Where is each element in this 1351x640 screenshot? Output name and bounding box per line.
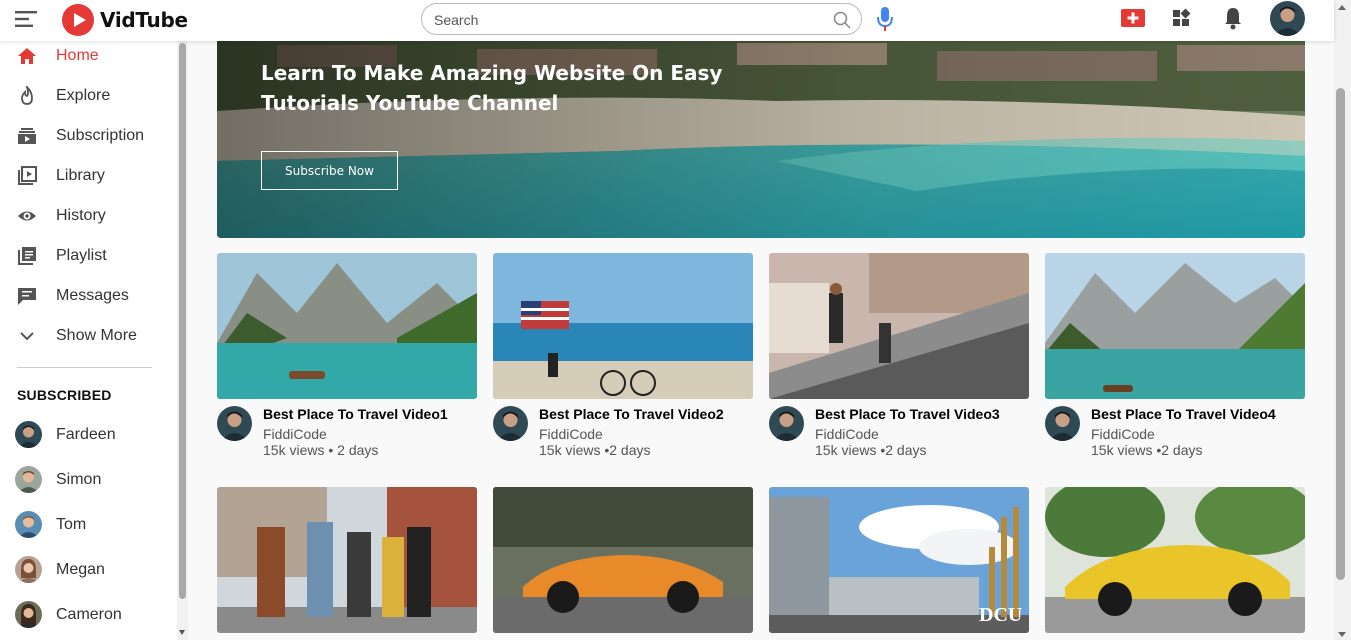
message-icon	[18, 288, 36, 305]
video-channel[interactable]: FiddiCode	[263, 426, 327, 442]
sidebar-item-messages[interactable]: Messages	[0, 279, 175, 313]
video-title[interactable]: Best Place To Travel Video1	[263, 406, 448, 422]
upload-video-icon[interactable]	[1121, 9, 1145, 27]
eye-icon	[18, 211, 36, 221]
thumbnail-text: DCU	[979, 604, 1022, 626]
subscription-name: Fardeen	[56, 426, 116, 443]
channel-avatar[interactable]	[493, 406, 528, 441]
sidebar-scrollbar[interactable]	[177, 41, 188, 640]
sidebar-item-history[interactable]: History	[0, 199, 175, 233]
subscription-name: Simon	[56, 471, 102, 488]
sidebar-item-label: Messages	[56, 287, 129, 304]
bell-icon[interactable]	[1223, 6, 1243, 30]
sidebar-item-playlist[interactable]: Playlist	[0, 239, 175, 273]
video-thumbnail[interactable]	[769, 253, 1029, 399]
library-icon	[18, 166, 37, 185]
video-title[interactable]: Best Place To Travel Video3	[815, 406, 1000, 422]
avatar	[15, 421, 42, 448]
top-navbar: VidTube	[0, 0, 1334, 41]
video-channel[interactable]: FiddiCode	[539, 426, 603, 442]
subscription-name: Cameron	[56, 606, 122, 623]
video-meta: 15k views •2 days	[539, 442, 651, 458]
channel-avatar[interactable]	[1045, 406, 1080, 441]
app-name: VidTube	[100, 8, 188, 32]
sidebar-item-label: History	[56, 207, 106, 224]
sidebar-item-explore[interactable]: Explore	[0, 79, 175, 113]
avatar-image	[1270, 1, 1305, 36]
subscription-item-megan[interactable]: Megan	[0, 552, 175, 588]
home-icon	[18, 48, 36, 64]
video-meta: 15k views •2 days	[815, 442, 927, 458]
video-channel[interactable]: FiddiCode	[815, 426, 879, 442]
subscription-item-fardeen[interactable]: Fardeen	[0, 417, 175, 453]
video-thumbnail[interactable]	[493, 487, 753, 633]
playlist-icon	[18, 247, 36, 265]
banner-title: Learn To Make Amazing Website On Easy Tu…	[261, 61, 723, 115]
avatar	[15, 511, 42, 538]
sidebar-item-library[interactable]: Library	[0, 159, 175, 193]
menu-icon[interactable]	[15, 9, 39, 29]
subscribe-now-button[interactable]: Subscribe Now	[261, 151, 398, 190]
video-thumbnail[interactable]	[493, 253, 753, 399]
video-meta: 15k views • 2 days	[263, 442, 379, 458]
search-icon[interactable]	[833, 11, 851, 29]
sidebar-item-label: Show More	[56, 327, 137, 344]
avatar	[15, 466, 42, 493]
scroll-up-arrow[interactable]	[1338, 5, 1346, 10]
search-bar	[421, 3, 862, 35]
mic-icon[interactable]	[876, 6, 894, 32]
logo[interactable]: VidTube	[62, 4, 188, 36]
channel-avatar[interactable]	[217, 406, 252, 441]
subscription-icon	[18, 128, 36, 144]
subscribed-heading: SUBSCRIBED	[17, 387, 112, 403]
video-channel[interactable]: FiddiCode	[1091, 426, 1155, 442]
video-title[interactable]: Best Place To Travel Video2	[539, 406, 724, 422]
sidebar-item-show-more[interactable]: Show More	[0, 319, 175, 353]
sidebar-item-label: Explore	[56, 87, 111, 104]
sidebar: Home Explore Subscription Library Histor…	[0, 41, 188, 640]
subscription-item-simon[interactable]: Simon	[0, 462, 175, 498]
subscription-item-cameron[interactable]: Cameron	[0, 597, 175, 633]
video-thumbnail[interactable]: DCU	[769, 487, 1029, 633]
apps-icon[interactable]	[1172, 8, 1192, 28]
subscription-item-tom[interactable]: Tom	[0, 507, 175, 543]
play-logo-icon	[62, 4, 94, 36]
sidebar-scroll-down-arrow[interactable]	[179, 630, 185, 635]
search-input[interactable]	[434, 10, 824, 30]
hero-banner: Learn To Make Amazing Website On Easy Tu…	[217, 41, 1305, 238]
sidebar-scroll-thumb[interactable]	[179, 43, 186, 599]
sidebar-item-label: Library	[56, 167, 105, 184]
channel-avatar[interactable]	[769, 406, 804, 441]
avatar	[15, 556, 42, 583]
video-thumbnail[interactable]	[217, 487, 477, 633]
page-scrollbar[interactable]	[1334, 0, 1351, 640]
avatar	[15, 601, 42, 628]
subscription-name: Megan	[56, 561, 105, 578]
page-scroll-thumb[interactable]	[1336, 88, 1345, 580]
video-thumbnail[interactable]	[217, 253, 477, 399]
sidebar-item-label: Home	[56, 47, 99, 64]
video-title[interactable]: Best Place To Travel Video4	[1091, 406, 1276, 422]
chevron-down-icon	[20, 332, 34, 341]
video-thumbnail[interactable]	[1045, 487, 1305, 633]
video-thumbnail[interactable]	[1045, 253, 1305, 399]
sidebar-item-subscription[interactable]: Subscription	[0, 119, 175, 153]
fire-icon	[21, 86, 33, 105]
sidebar-item-home[interactable]: Home	[0, 39, 175, 73]
video-meta: 15k views •2 days	[1091, 442, 1203, 458]
user-avatar[interactable]	[1270, 1, 1305, 36]
scroll-down-arrow[interactable]	[1338, 632, 1346, 637]
sidebar-divider	[17, 367, 152, 368]
subscription-name: Tom	[56, 516, 87, 533]
sidebar-item-label: Subscription	[56, 127, 145, 144]
sidebar-item-label: Playlist	[56, 247, 107, 264]
